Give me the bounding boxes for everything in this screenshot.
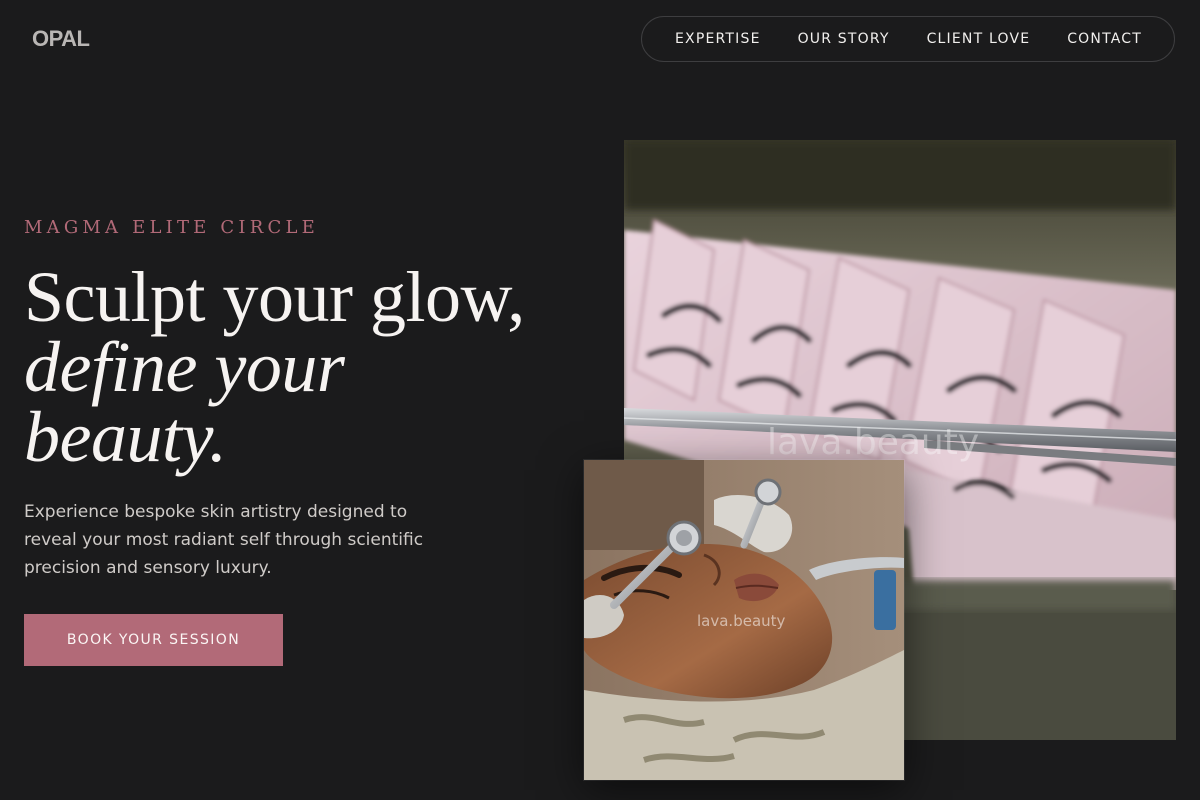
nav-item-client-love[interactable]: CLIENT LOVE xyxy=(927,31,1031,47)
headline-line-2: define your xyxy=(24,327,345,407)
brand-logo[interactable]: OPAL xyxy=(32,26,90,52)
book-session-button[interactable]: BOOK YOUR SESSION xyxy=(24,614,283,666)
nav-item-expertise[interactable]: EXPERTISE xyxy=(675,31,761,47)
facial-treatment-illustration xyxy=(584,460,904,780)
hero-headline: Sculpt your glow, define your beauty. xyxy=(24,257,525,477)
headline-line-3: beauty. xyxy=(24,397,227,477)
hero-eyebrow: MAGMA ELITE CIRCLE xyxy=(24,217,319,238)
headline-line-1: Sculpt your glow, xyxy=(24,257,525,337)
main-nav: EXPERTISE OUR STORY CLIENT LOVE CONTACT xyxy=(641,16,1175,62)
facial-treatment-photo: lava.beauty xyxy=(583,459,905,781)
nav-item-contact[interactable]: CONTACT xyxy=(1067,31,1142,47)
nav-item-our-story[interactable]: OUR STORY xyxy=(798,31,890,47)
hero-description: Experience bespoke skin artistry designe… xyxy=(24,502,424,578)
